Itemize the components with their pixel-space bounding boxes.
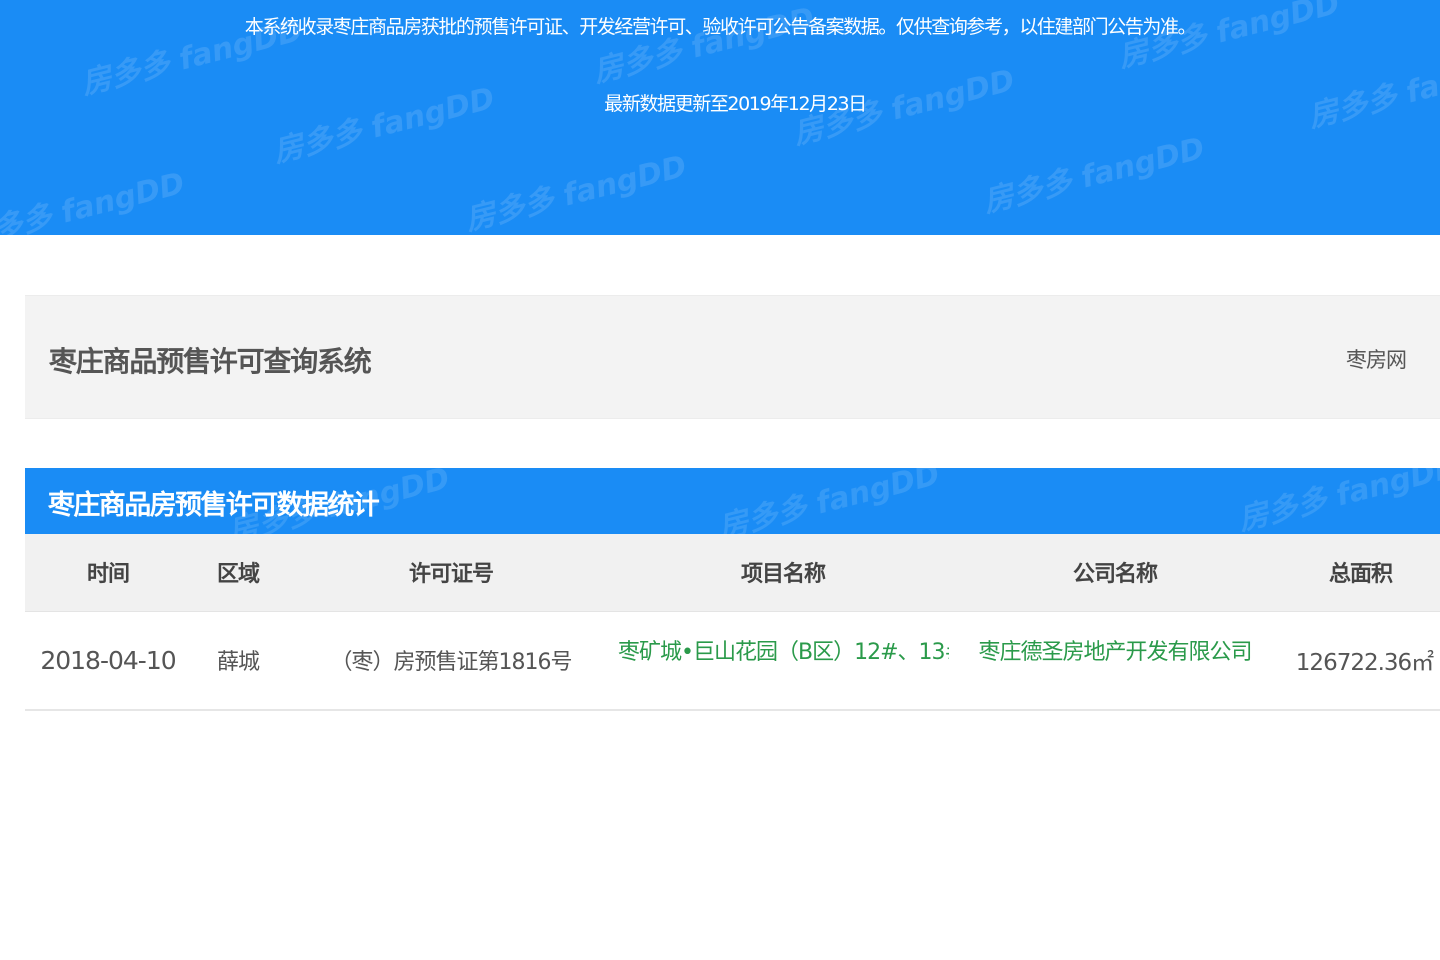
section-title: 枣庄商品房预售许可数据统计 <box>48 490 380 521</box>
table-row: 2018-04-10 薛城 （枣）房预售证第1816号 枣矿城•巨山花园（B区）… <box>25 611 1440 711</box>
banner-update-date: 最新数据更新至2019年12月23日 <box>604 93 867 115</box>
row-district: 薛城 <box>191 611 285 711</box>
header-date: 时间 <box>25 534 191 612</box>
table-header-row: 时间 区域 许可证号 项目名称 公司名称 总面积 <box>25 534 1440 612</box>
watermark-logo: 房多多 fangDD <box>1304 46 1440 135</box>
row-area-cell: 126722.36㎡ <box>1281 611 1440 711</box>
project-link[interactable]: 枣矿城•巨山花园（B区）12#、13#、 <box>618 640 949 665</box>
watermark-logo: 房多多 fangDD <box>461 149 691 235</box>
permit-table: 时间 区域 许可证号 项目名称 公司名称 总面积 2018-04-10 薛城 （… <box>25 534 1440 711</box>
header-district: 区域 <box>191 534 285 612</box>
row-project-cell: 枣矿城•巨山花园（B区）12#、13#、 <box>617 611 949 711</box>
watermark-logo: 房多多 fangDD <box>979 131 1209 220</box>
section-header: 房多多 fangDD 房多多 fangDD 房多多 fangDD 枣庄商品房预售… <box>25 468 1440 534</box>
watermark-logo: 房多多 fangDD <box>714 468 944 534</box>
header-company: 公司名称 <box>949 534 1281 612</box>
top-banner: 房多多 fangDD 房多多 fangDD 房多多 fangDD 房多多 fan… <box>0 0 1440 235</box>
header-project: 项目名称 <box>617 534 949 612</box>
system-title-bar: 枣庄商品预售许可查询系统 枣房网 <box>25 295 1440 419</box>
company-link[interactable]: 枣庄德圣房地产开发有限公司 <box>978 640 1252 665</box>
watermark-logo: 房多多 fangDD <box>1234 468 1440 534</box>
system-title: 枣庄商品预售许可查询系统 <box>49 345 372 378</box>
site-link[interactable]: 枣房网 <box>1346 344 1407 374</box>
watermark-logo: 房多多 fangDD <box>269 81 499 170</box>
row-permit: （枣）房预售证第1816号 <box>285 611 617 711</box>
header-permit: 许可证号 <box>285 534 617 612</box>
banner-notice: 本系统收录枣庄商品房获批的预售许可证、开发经营许可、验收许可公告备案数据。仅供查… <box>244 16 1197 38</box>
watermark-logo: 房多多 fangDD <box>0 166 189 235</box>
row-date: 2018-04-10 <box>25 611 191 711</box>
header-area: 总面积 <box>1281 534 1440 612</box>
row-company-cell: 枣庄德圣房地产开发有限公司 <box>949 611 1281 711</box>
row-area: 126722.36㎡ <box>1295 650 1434 677</box>
